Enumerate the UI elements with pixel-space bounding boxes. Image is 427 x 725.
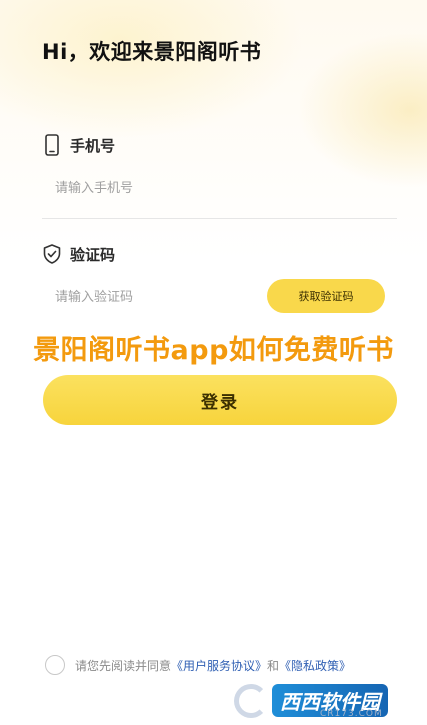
terms-link[interactable]: 《用户服务协议》 [171,659,267,673]
agree-radio[interactable] [45,655,65,675]
get-code-button[interactable]: 获取验证码 [267,279,385,313]
code-label: 验证码 [70,245,116,264]
agreement-prefix: 请您先阅读并同意 [75,658,172,673]
agreement-row: 请您先阅读并同意《用户服务协议》和《隐私政策》 [45,655,351,675]
watermark-domain: CR173.COM [320,709,383,719]
shield-check-icon [42,242,62,266]
phone-icon [42,133,62,157]
code-label-row: 验证码 [42,242,115,266]
privacy-link[interactable]: 《隐私政策》 [279,659,351,673]
phone-label-row: 手机号 [42,133,115,157]
phone-divider [42,218,397,219]
agreement-conjunction: 和 [267,658,280,673]
code-input[interactable] [55,286,245,308]
phone-label: 手机号 [70,136,116,155]
agreement-text: 请您先阅读并同意《用户服务协议》和《隐私政策》 [75,657,351,674]
overlay-title: 景阳阁听书app如何免费听书 [33,335,394,366]
phone-input[interactable] [55,177,275,199]
watermark-logo: 西西软件园 CR173.COM [228,676,427,725]
logo-c-icon [234,683,268,718]
page-title: Hi，欢迎来景阳阁听书 [42,40,262,64]
login-button[interactable]: 登录 [43,375,397,425]
